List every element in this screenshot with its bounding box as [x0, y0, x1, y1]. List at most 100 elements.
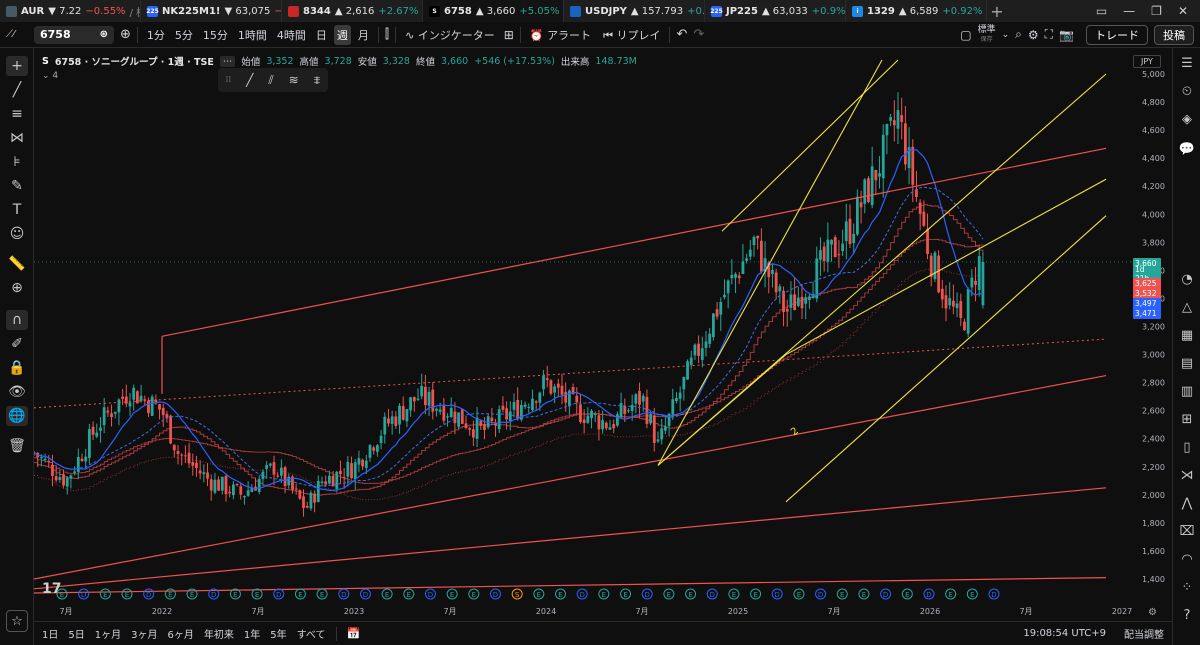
interval-button[interactable]: 5分: [172, 25, 196, 45]
screener-icon[interactable]: ▤: [1178, 354, 1196, 372]
y-axis-tick-label: 1,600: [1142, 547, 1165, 556]
layout-menu-icon[interactable]: ⌄: [1002, 30, 1010, 40]
pip-icon[interactable]: ▭: [1096, 4, 1107, 18]
post-button[interactable]: 投稿: [1154, 24, 1194, 45]
browser-tab[interactable]: USDJPY▲ 157.793+0.11%✕: [564, 0, 705, 22]
browser-tab[interactable]: S6758▲ 3,660+5.05%/ 標準✕: [423, 0, 564, 22]
indicators-toggle[interactable]: ⌄ 4: [42, 71, 58, 81]
interval-button[interactable]: 日: [313, 25, 330, 45]
price-chart[interactable]: 5,0004,8004,6004,4004,2004,0003,8003,600…: [34, 48, 1172, 621]
add-compare-icon[interactable]: ⊕: [120, 27, 131, 42]
interval-button[interactable]: 4時間: [274, 25, 309, 45]
eye-icon[interactable]: 👁: [6, 382, 28, 402]
indicators-button[interactable]: ∿ インジケーター: [402, 25, 498, 45]
event-marker-label: E: [233, 591, 237, 599]
ruler-icon[interactable]: 📏: [6, 254, 28, 274]
regression-channel-icon[interactable]: ≋: [289, 73, 299, 87]
symbol-search-input[interactable]: 6758 ⊛: [34, 25, 114, 44]
emoji-icon[interactable]: ☺: [6, 224, 28, 244]
range-button[interactable]: 5日: [68, 626, 84, 641]
quick-search-icon[interactable]: ⌕: [1015, 27, 1022, 42]
layers-icon[interactable]: ◈: [1178, 110, 1196, 128]
legend-title[interactable]: 6758 · ソニーグループ · 1週 · TSE: [55, 54, 214, 68]
calendar-icon[interactable]: ▦: [1178, 326, 1196, 344]
close-window-icon[interactable]: ✕: [1178, 4, 1188, 18]
alert-button[interactable]: ⏰ アラート: [527, 25, 594, 45]
help-icon[interactable]: ?: [1178, 606, 1196, 624]
pitchfork-icon[interactable]: ⩨: [314, 73, 321, 88]
replay-button[interactable]: ⏮ リプレイ: [600, 25, 663, 45]
trash-icon[interactable]: 🗑: [6, 436, 28, 456]
globe-icon[interactable]: 🌐: [6, 406, 28, 426]
pine-editor-icon[interactable]: ⌧: [1178, 522, 1196, 540]
redo-icon[interactable]: ↷: [693, 27, 704, 42]
symbol-menu-icon[interactable]: ⊛: [100, 29, 108, 40]
chat-icon[interactable]: 💬: [1178, 140, 1196, 158]
signal-icon[interactable]: ◠: [1178, 550, 1196, 568]
browser-tab[interactable]: 225JP225▲ 63,033+0.9%/ 標準✕: [705, 0, 846, 22]
interval-button[interactable]: 1時間: [235, 25, 270, 45]
fullscreen-icon[interactable]: ⛶: [1045, 27, 1053, 42]
minimize-icon[interactable]: —: [1123, 4, 1135, 18]
range-button[interactable]: 年初来: [204, 626, 234, 641]
text-icon[interactable]: T: [6, 200, 28, 220]
data-window-icon[interactable]: ▥: [1178, 382, 1196, 400]
browser-tab[interactable]: i1329▲ 6,589+0.92%/ 比較✕: [846, 0, 987, 22]
currency-selector[interactable]: JPY: [1133, 55, 1161, 68]
settings-icon[interactable]: ⚙: [1028, 28, 1039, 42]
interval-button[interactable]: 1分: [144, 25, 168, 45]
candle-body: [844, 221, 848, 242]
magnet-icon[interactable]: ∩: [6, 310, 28, 330]
range-button[interactable]: 6ヶ月: [168, 626, 194, 641]
screenshot-icon[interactable]: 📷: [1059, 28, 1074, 42]
pattern-icon[interactable]: ⋈: [6, 128, 28, 148]
chart-pattern-icon[interactable]: ⋀: [1178, 494, 1196, 512]
crosshair-icon[interactable]: +: [6, 56, 28, 76]
fib-retracement-icon[interactable]: ≡: [6, 104, 28, 124]
book-icon[interactable]: ▯: [1178, 438, 1196, 456]
parallel-channel-icon[interactable]: ⫽: [268, 73, 273, 88]
watchlist-icon[interactable]: ☰: [1178, 54, 1196, 72]
dividend-adjust-toggle[interactable]: 配当調整: [1124, 626, 1164, 641]
candles-icon[interactable]: ⫿: [385, 27, 389, 42]
layout-square-icon[interactable]: ▢: [960, 28, 971, 42]
range-button[interactable]: すべて: [297, 626, 326, 641]
apps-grid-icon[interactable]: ⁘: [1178, 578, 1196, 596]
lock-icon[interactable]: 🔒: [6, 358, 28, 378]
maximize-icon[interactable]: ❐: [1151, 4, 1162, 18]
favorites-star-icon[interactable]: ☆: [6, 610, 28, 632]
legend-menu-icon[interactable]: ⋯: [219, 55, 236, 67]
range-button[interactable]: 3ヶ月: [131, 626, 157, 641]
browser-tab[interactable]: 8344▲ 2,616+2.67%/ 標準✕: [282, 0, 423, 22]
layout-button[interactable]: 標準 保存: [978, 25, 996, 44]
interval-button[interactable]: 週: [333, 24, 351, 45]
speedometer-icon[interactable]: ◔: [1178, 270, 1196, 288]
trend-line-icon[interactable]: ╱: [6, 80, 28, 100]
interval-button[interactable]: 月: [355, 25, 372, 45]
browser-tab[interactable]: AUR▼ 7.22−0.55%/ 標準✕: [0, 0, 141, 22]
ideas-icon[interactable]: △: [1178, 298, 1196, 316]
new-tab-button[interactable]: +: [987, 2, 1007, 21]
undo-icon[interactable]: ↶: [676, 27, 687, 42]
alerts-clock-icon[interactable]: ⏲: [1178, 82, 1196, 100]
trendline-tool-icon[interactable]: ╱: [246, 73, 253, 87]
date-range-calendar-icon[interactable]: 📅: [347, 627, 361, 640]
trade-button[interactable]: トレード: [1086, 24, 1148, 45]
range-button[interactable]: 1ヶ月: [95, 626, 121, 641]
templates-icon[interactable]: ⊞: [504, 28, 514, 42]
interval-button[interactable]: 15分: [200, 25, 231, 45]
grip-icon[interactable]: ⁞⁞: [225, 75, 231, 85]
lock-drawing-icon[interactable]: ✐: [6, 334, 28, 354]
range-button[interactable]: 1年: [244, 626, 260, 641]
brush-icon[interactable]: ✎: [6, 176, 28, 196]
forecast-icon[interactable]: ⊧: [6, 152, 28, 172]
chart-area[interactable]: 5,0004,8004,6004,4004,2004,0003,8003,600…: [34, 48, 1172, 621]
candle-body: [80, 458, 84, 461]
clock-time[interactable]: 19:08:54 UTC+9: [1023, 628, 1106, 639]
zoom-in-icon[interactable]: ⊕: [6, 278, 28, 298]
calculator-icon[interactable]: ⊞: [1178, 410, 1196, 428]
browser-tab[interactable]: 225NK225M1!▼ 63,075−0.36%✕: [141, 0, 282, 22]
range-button[interactable]: 5年: [270, 626, 286, 641]
network-icon[interactable]: ⋊: [1178, 466, 1196, 484]
range-button[interactable]: 1日: [42, 626, 58, 641]
